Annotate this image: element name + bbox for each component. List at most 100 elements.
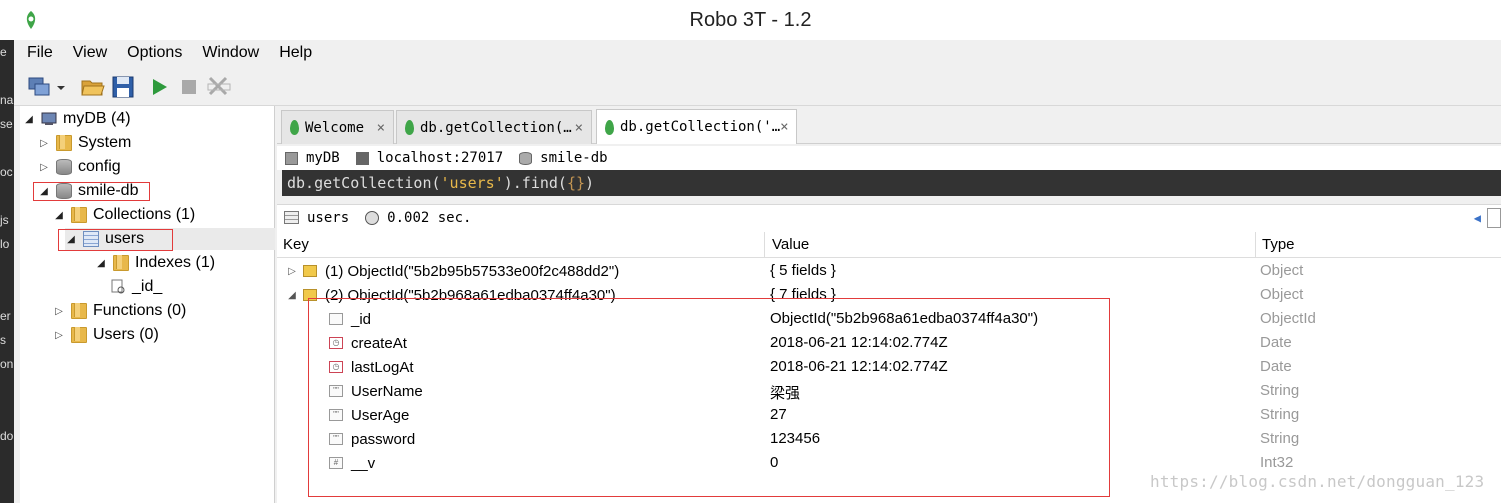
tree-item-system[interactable]: ▷ System [38, 132, 131, 154]
column-header-type[interactable]: Type [1262, 236, 1295, 253]
column-header-value[interactable]: Value [772, 236, 809, 253]
info-db: myDB [285, 150, 340, 166]
tree-item-indexes[interactable]: ◢ Indexes (1) [95, 252, 215, 274]
row-key: ▷ (1) ObjectId("5b2b95b57533e00f2c488dd2"… [285, 259, 619, 283]
menu-window[interactable]: Window [189, 40, 266, 66]
background-window-text [0, 280, 14, 304]
server-icon [41, 112, 57, 125]
tree-label: Indexes (1) [135, 254, 216, 271]
query-text-braces: {} [566, 174, 586, 192]
folder-icon [71, 327, 87, 343]
index-icon [111, 279, 125, 294]
column-header-key[interactable]: Key [283, 236, 309, 253]
highlight-box-document [308, 298, 1110, 497]
highlight-box-users [58, 229, 173, 251]
background-window-text [0, 136, 14, 160]
computer-icon [355, 151, 369, 165]
background-window-text: se [0, 117, 13, 131]
expand-arrow-icon[interactable]: ▷ [53, 330, 65, 341]
row-value: { 5 fields } [770, 262, 836, 279]
tree-label: Functions (0) [93, 302, 187, 319]
grid-header: Key Value Type [277, 232, 1501, 258]
background-window-text: lo [0, 237, 10, 251]
column-divider[interactable] [1255, 232, 1256, 258]
mongo-leaf-icon [405, 120, 414, 135]
mongo-leaf-icon [290, 120, 299, 135]
background-window-text [0, 64, 14, 88]
collapse-arrow-icon[interactable]: ◢ [95, 258, 107, 269]
info-db-label: myDB [306, 150, 340, 166]
tree-item-collections[interactable]: ◢ Collections (1) [53, 204, 195, 226]
query-text-suffix: ) [585, 174, 595, 192]
row-type: ObjectId [1260, 310, 1316, 327]
background-window-text: do [0, 429, 14, 443]
query-text-find: ).find( [503, 174, 567, 192]
close-icon[interactable]: × [377, 120, 385, 136]
tab-query-2[interactable]: db.getCollection('… × [596, 109, 797, 144]
connect-icon[interactable] [26, 74, 52, 100]
expand-arrow-icon[interactable]: ▷ [53, 306, 65, 317]
row-type: Int32 [1260, 454, 1294, 471]
tab-label: db.getCollection(… [420, 119, 572, 136]
collapse-arrow-icon[interactable]: ◢ [285, 290, 299, 301]
watermark: https://blog.csdn.net/dongguan_123 [1150, 472, 1485, 491]
row-type: Date [1260, 358, 1292, 375]
stop-icon[interactable] [176, 74, 202, 100]
tree-server-mydb[interactable]: ◢ myDB (4) [23, 108, 130, 130]
background-window-text: s [0, 333, 6, 347]
column-divider[interactable] [764, 232, 765, 258]
close-icon[interactable]: × [780, 119, 788, 135]
tree-label: config [78, 158, 121, 175]
folder-icon [71, 207, 87, 223]
tab-welcome[interactable]: Welcome × [281, 110, 394, 144]
query-editor[interactable]: db.getCollection('users').find({}) [282, 170, 1501, 196]
result-time: 0.002 sec. [387, 209, 472, 226]
tree-label: _id_ [132, 278, 163, 295]
mongo-leaf-icon [605, 119, 614, 135]
expand-arrow-icon[interactable]: ▷ [285, 266, 299, 277]
tab-label: db.getCollection('… [620, 119, 781, 135]
document-row[interactable]: ▷ (1) ObjectId("5b2b95b57533e00f2c488dd2"… [277, 259, 1501, 283]
close-icon[interactable]: × [575, 120, 583, 136]
tree-item-functions[interactable]: ▷ Functions (0) [53, 300, 186, 322]
page-size-input[interactable] [1487, 208, 1501, 228]
page-left-arrow-icon[interactable]: ◀ [1474, 211, 1481, 225]
menu-options[interactable]: Options [114, 40, 189, 66]
folder-icon [71, 303, 87, 319]
tab-query-1[interactable]: db.getCollection(… × [396, 110, 592, 144]
folder-icon [113, 255, 129, 271]
collapse-arrow-icon[interactable]: ◢ [23, 114, 35, 125]
tree-item-config[interactable]: ▷ config [38, 156, 121, 178]
row-type: Date [1260, 334, 1292, 351]
row-type: Object [1260, 262, 1304, 279]
tree-label: Collections (1) [93, 206, 196, 223]
tree-label: System [78, 134, 132, 151]
dropdown-icon[interactable] [54, 74, 68, 100]
background-window-text: e [0, 45, 7, 59]
title-bar: Robo 3T - 1.2 [0, 0, 1501, 40]
expand-arrow-icon[interactable]: ▷ [38, 162, 50, 173]
format-icon[interactable] [206, 74, 232, 100]
menu-help[interactable]: Help [266, 40, 319, 66]
row-type: String [1260, 430, 1300, 447]
open-folder-icon[interactable] [80, 74, 106, 100]
background-window-text: js [0, 213, 9, 227]
folder-icon [56, 135, 72, 151]
clock-icon [365, 210, 380, 225]
background-window-text [0, 256, 14, 280]
collapse-arrow-icon[interactable]: ◢ [53, 210, 65, 221]
tree-item-index-id[interactable]: _id_ [110, 276, 162, 298]
menu-file[interactable]: File [14, 40, 60, 66]
expand-arrow-icon[interactable]: ▷ [38, 138, 50, 149]
tree-item-db-users[interactable]: ▷ Users (0) [53, 324, 159, 346]
info-database: smile-db [519, 150, 608, 166]
play-icon[interactable] [146, 74, 172, 100]
background-window-text [0, 376, 14, 400]
save-icon[interactable] [110, 74, 136, 100]
query-text-collection: 'users' [440, 174, 504, 192]
menu-bar: File View Options Window Help [14, 40, 1501, 66]
database-explorer: ◢ myDB (4) ▷ System ▷ config ◢ smile-db … [20, 106, 275, 503]
menu-view[interactable]: View [60, 40, 114, 66]
background-window-text: oc [0, 165, 13, 179]
info-host: localhost:27017 [355, 150, 503, 166]
